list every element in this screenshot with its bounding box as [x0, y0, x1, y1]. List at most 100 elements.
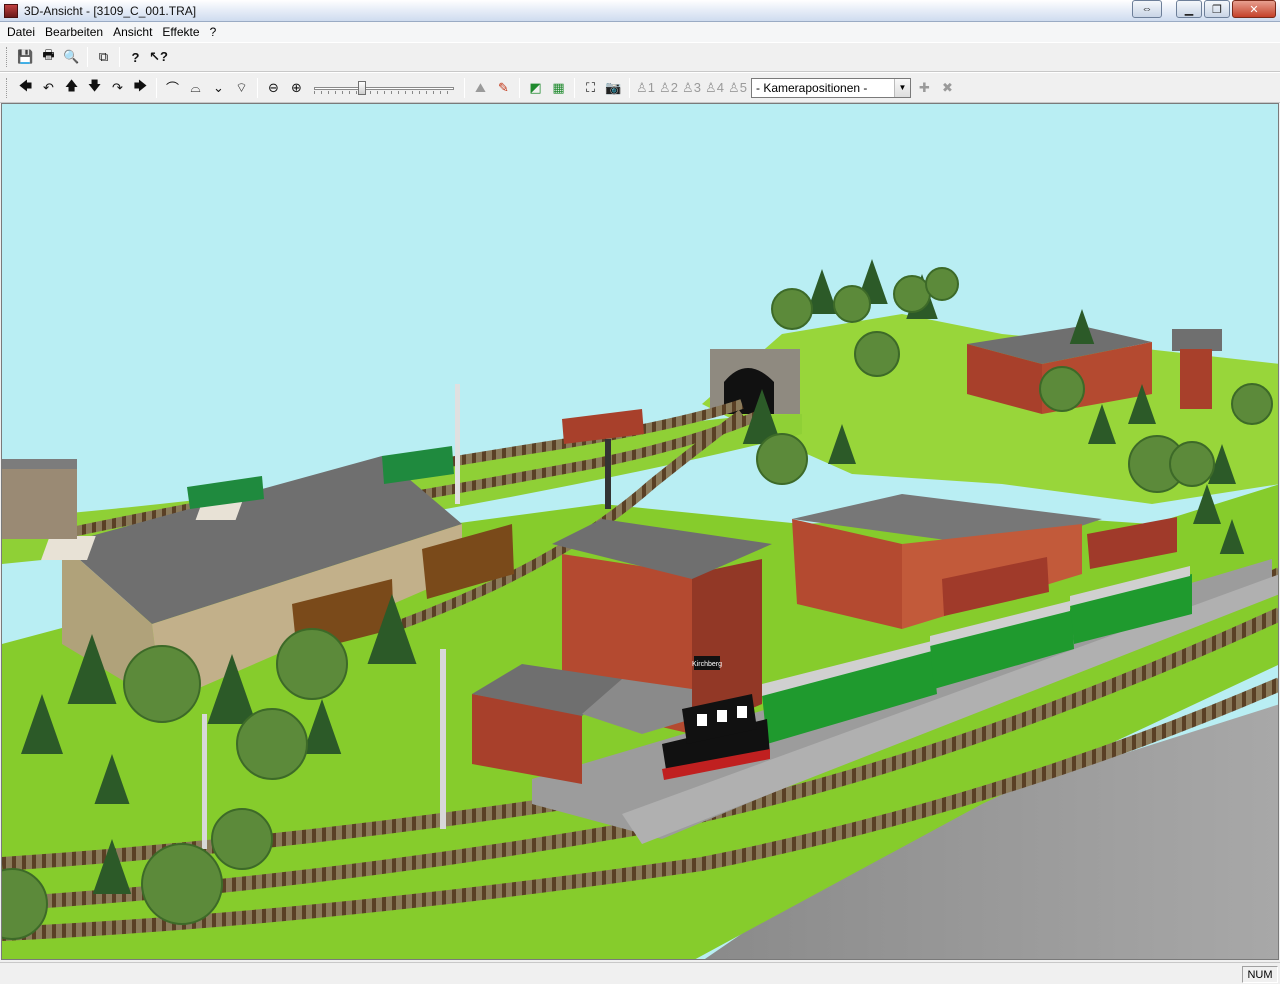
copy-button[interactable]: ⧉ — [93, 46, 115, 68]
deciduous-tree — [1169, 441, 1215, 487]
deciduous-tree — [211, 808, 273, 870]
save-button[interactable]: 💾 — [15, 46, 37, 68]
minimize-icon: ▁ — [1184, 3, 1194, 16]
help-button[interactable]: ? — [125, 46, 147, 68]
scene-canvas[interactable]: Kirchberg — [2, 104, 1279, 960]
move-down-button[interactable]: 🡇 — [84, 77, 106, 99]
camera-3-button[interactable]: ♙3 — [681, 77, 703, 99]
menu-effekte[interactable]: Effekte — [157, 25, 204, 39]
person-5-icon: ♙5 — [728, 79, 747, 95]
deciduous-tree — [854, 331, 900, 377]
deciduous-tree — [1231, 383, 1273, 425]
resize-button[interactable]: ⇔ — [1132, 0, 1162, 18]
fit-view-button[interactable]: ⛶ — [580, 77, 602, 99]
num-lock-indicator: NUM — [1242, 966, 1278, 983]
deciduous-tree — [756, 433, 808, 485]
double-arrow-icon: ⇔ — [1141, 3, 1153, 15]
print-preview-button[interactable]: 🔍 — [61, 46, 83, 68]
camera-2-button[interactable]: ♙2 — [658, 77, 680, 99]
camera-5-button[interactable]: ♙5 — [727, 77, 749, 99]
deciduous-tree — [893, 275, 931, 313]
stone-wall — [2, 459, 77, 539]
view-toolbar: 🡄 ↶ 🡅 🡇 ↷ 🡆 ⌒ ⌓ ⌄ ⌔ ⊖ ⊕ ⛰ ✎ ◩ ▦ ⛶ 📷 ♙1 ♙… — [0, 72, 1280, 103]
track-color-button[interactable]: ✎ — [493, 77, 515, 99]
minimize-button[interactable]: ▁ — [1176, 0, 1202, 18]
camera-4-button[interactable]: ♙4 — [704, 77, 726, 99]
maximize-button[interactable]: ❐ — [1204, 0, 1230, 18]
deciduous-tree — [1039, 366, 1085, 412]
window-controls: ⇔ ▁ ❐ ✕ — [1132, 0, 1276, 18]
camera-positions-select[interactable]: - Kamerapositionen - ▼ — [751, 77, 911, 98]
tilt-left-button[interactable]: ⌓ — [185, 77, 207, 99]
turn-left-button[interactable]: ↶ — [38, 77, 60, 99]
zoom-out-icon: ⊖ — [268, 79, 279, 95]
arrow-right-icon: 🡆 — [133, 77, 148, 93]
close-button[interactable]: ✕ — [1232, 0, 1276, 18]
printer-icon: 🖶 — [42, 47, 55, 62]
person-1-icon: ♙1 — [636, 79, 655, 95]
menu-help[interactable]: ? — [205, 25, 222, 39]
chevron-down-icon[interactable]: ▼ — [894, 78, 910, 97]
delete-camera-button[interactable]: ✖ — [937, 77, 959, 99]
landscape-button[interactable]: ◩ — [525, 77, 547, 99]
floppy-icon: 💾 — [17, 49, 34, 64]
deciduous-tree — [123, 645, 201, 723]
eye-up-icon: ⌒ — [165, 81, 179, 96]
turn-right-button[interactable]: ↷ — [107, 77, 129, 99]
terrain-button[interactable]: ⛰ — [470, 77, 492, 99]
menu-bar: Datei Bearbeiten Ansicht Effekte ? — [0, 22, 1280, 42]
menu-ansicht[interactable]: Ansicht — [108, 25, 157, 39]
landscape-icon: ◩ — [529, 79, 542, 95]
move-left-button[interactable]: 🡄 — [15, 77, 37, 99]
restore-icon: ❐ — [1212, 3, 1222, 16]
eye-left-icon: ⌓ — [190, 79, 201, 95]
camera-add-icon: ✚ — [919, 79, 930, 95]
grid-button[interactable]: ▦ — [548, 77, 570, 99]
fit-icon: ⛶ — [585, 79, 596, 95]
tunnel-portal — [710, 349, 800, 414]
slider-ticks — [314, 90, 454, 94]
separator — [119, 47, 120, 67]
separator — [629, 77, 630, 98]
turn-left-icon: ↶ — [43, 79, 54, 95]
tilt-right-button[interactable]: ⌔ — [231, 77, 253, 99]
engine-shed — [967, 326, 1222, 414]
copy-icon: ⧉ — [98, 49, 109, 64]
turn-right-icon: ↷ — [112, 79, 123, 95]
toolbar-grip[interactable] — [6, 77, 9, 98]
deciduous-tree — [833, 285, 871, 323]
zoom-out-button[interactable]: ⊖ — [263, 77, 285, 99]
slider-track — [314, 86, 454, 90]
add-camera-button[interactable]: ✚ — [914, 77, 936, 99]
separator — [87, 47, 88, 67]
menu-datei[interactable]: Datei — [2, 25, 40, 39]
menu-bearbeiten[interactable]: Bearbeiten — [40, 25, 108, 39]
arrow-down-icon: 🡇 — [87, 77, 102, 93]
move-up-button[interactable]: 🡅 — [61, 77, 83, 99]
3d-viewport[interactable]: Kirchberg — [1, 103, 1279, 960]
deciduous-tree — [925, 267, 959, 301]
zoom-in-button[interactable]: ⊕ — [286, 77, 308, 99]
zoom-slider[interactable] — [314, 78, 454, 98]
deciduous-tree — [236, 708, 308, 780]
toolbar-grip[interactable] — [6, 47, 9, 67]
print-button[interactable]: 🖶 — [38, 46, 60, 68]
context-help-button[interactable]: ↖? — [148, 46, 170, 68]
camera-icon: 📷 — [605, 79, 622, 95]
pointer-question-icon: ↖? — [149, 49, 168, 64]
camera-1-button[interactable]: ♙1 — [635, 77, 657, 99]
pencil-icon: ✎ — [498, 79, 509, 95]
title-bar: 3D-Ansicht - [3109_C_001.TRA] ⇔ ▁ ❐ ✕ — [0, 0, 1280, 22]
app-icon[interactable] — [4, 3, 18, 18]
station-sign: Kirchberg — [692, 661, 722, 668]
tilt-up-button[interactable]: ⌒ — [162, 77, 184, 99]
eye-down-icon: ⌄ — [213, 79, 224, 95]
deciduous-tree — [276, 628, 348, 700]
zoom-in-icon: ⊕ — [291, 79, 302, 95]
slider-thumb[interactable] — [357, 80, 366, 95]
camera-button[interactable]: 📷 — [603, 77, 625, 99]
camera-positions-value: - Kamerapositionen - — [756, 80, 868, 95]
tilt-down-button[interactable]: ⌄ — [208, 77, 230, 99]
move-right-button[interactable]: 🡆 — [130, 77, 152, 99]
person-3-icon: ♙3 — [682, 79, 701, 95]
